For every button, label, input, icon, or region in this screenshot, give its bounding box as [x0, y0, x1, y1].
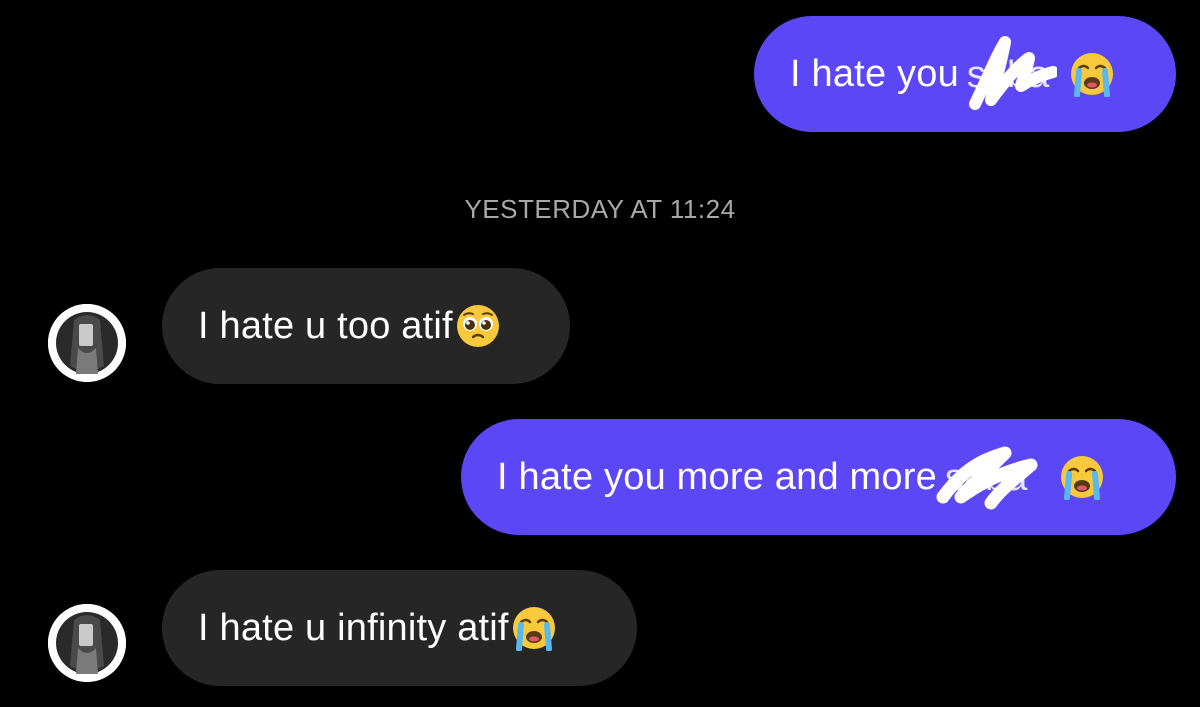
sent-message-bubble[interactable]: I hate you saba: [754, 16, 1176, 132]
redacted-name: saba: [936, 446, 1045, 510]
timestamp-divider: YESTERDAY AT 11:24: [464, 194, 736, 224]
received-message-bubble[interactable]: I hate u infinity atif: [162, 570, 637, 686]
scribble-redaction-icon: [968, 36, 1057, 110]
loudly-crying-face-icon: [1069, 51, 1115, 98]
redacted-name: saba: [967, 36, 1063, 110]
scribble-redaction-icon: [936, 446, 1038, 510]
message-text: I hate you: [790, 52, 959, 95]
received-message-bubble[interactable]: I hate u too atif: [162, 268, 570, 384]
message-text: I hate you more and more: [497, 455, 937, 498]
message-text: I hate u too atif: [198, 304, 453, 347]
chat-thread[interactable]: I hate you saba YESTERDAY AT 11:24 I hat…: [0, 0, 1200, 707]
contact-avatar[interactable]: [48, 304, 126, 382]
loudly-crying-face-icon: [511, 605, 557, 652]
loudly-crying-face-icon: [1059, 454, 1105, 501]
sent-message-bubble[interactable]: I hate you more and more saba: [461, 419, 1176, 535]
message-text: I hate u infinity atif: [198, 606, 509, 649]
pleading-face-icon: [455, 303, 501, 349]
contact-avatar[interactable]: [48, 604, 126, 682]
